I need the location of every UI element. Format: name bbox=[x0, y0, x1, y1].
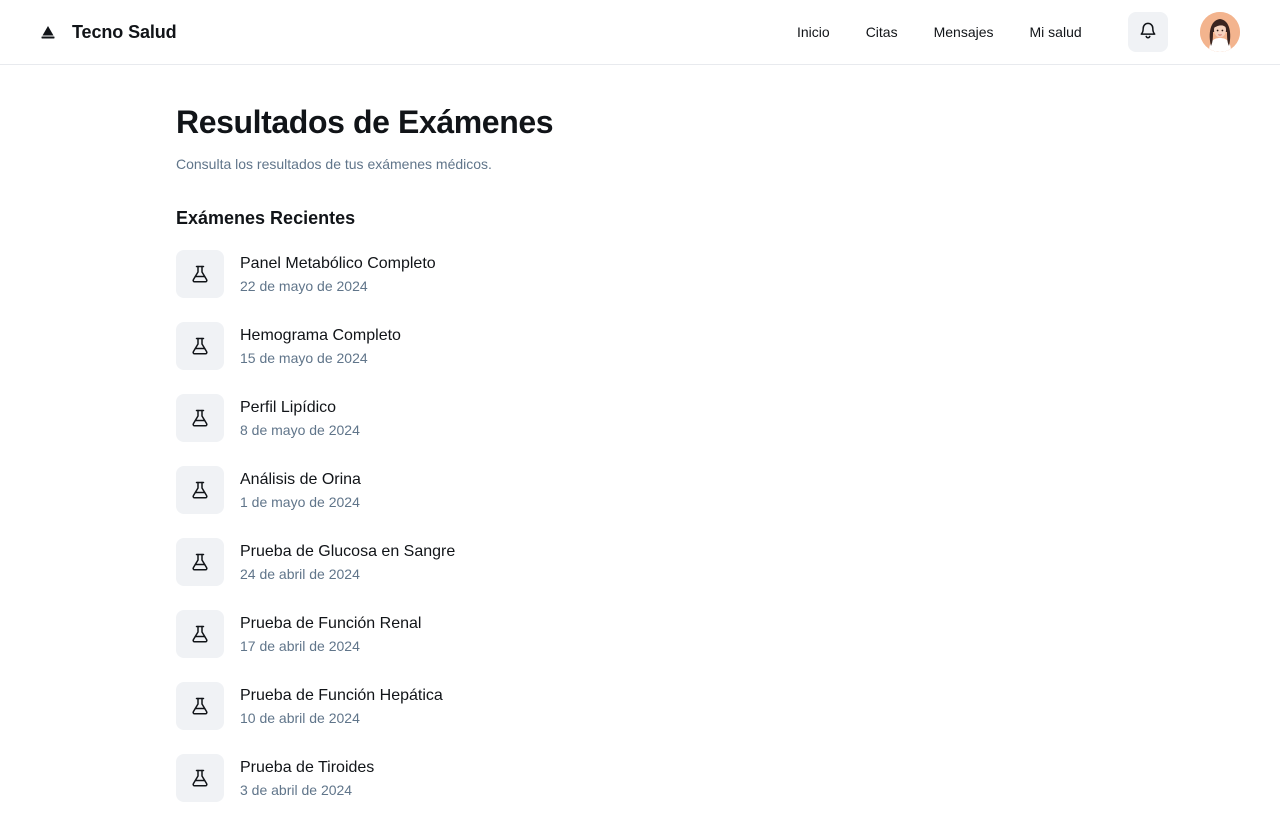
flask-icon bbox=[176, 394, 224, 442]
nav-link-mi-salud[interactable]: Mi salud bbox=[1030, 22, 1082, 42]
page-subtitle: Consulta los resultados de tus exámenes … bbox=[176, 156, 492, 172]
exam-list-item[interactable]: Panel Metabólico Completo 22 de mayo de … bbox=[176, 250, 1104, 298]
exam-date: 24 de abril de 2024 bbox=[240, 565, 360, 582]
flask-icon bbox=[176, 610, 224, 658]
exam-text: Prueba de Tiroides 3 de abril de 2024 bbox=[240, 757, 374, 800]
nav-link-inicio[interactable]: Inicio bbox=[797, 22, 830, 42]
exam-date: 22 de mayo de 2024 bbox=[240, 277, 368, 294]
main-nav: Inicio Citas Mensajes Mi salud bbox=[797, 22, 1082, 42]
exam-text: Prueba de Glucosa en Sangre 24 de abril … bbox=[240, 541, 455, 584]
brand[interactable]: Tecno Salud bbox=[40, 20, 177, 44]
exam-text: Panel Metabólico Completo 22 de mayo de … bbox=[240, 253, 436, 296]
exam-name: Prueba de Función Hepática bbox=[240, 686, 443, 704]
exam-date: 10 de abril de 2024 bbox=[240, 709, 360, 726]
exam-name: Prueba de Glucosa en Sangre bbox=[240, 542, 456, 560]
exam-date: 1 de mayo de 2024 bbox=[240, 493, 360, 510]
exam-text: Análisis de Orina 1 de mayo de 2024 bbox=[240, 469, 361, 512]
exam-name: Análisis de Orina bbox=[240, 470, 361, 488]
flask-icon bbox=[176, 754, 224, 802]
exam-name: Prueba de Función Renal bbox=[240, 614, 422, 632]
brand-name: Tecno Salud bbox=[72, 21, 177, 42]
exam-text: Hemograma Completo 15 de mayo de 2024 bbox=[240, 325, 401, 368]
nav-link-citas[interactable]: Citas bbox=[866, 22, 898, 42]
exam-text: Prueba de Función Hepática 10 de abril d… bbox=[240, 685, 443, 728]
flask-icon bbox=[176, 322, 224, 370]
exam-list-item[interactable]: Prueba de Función Hepática 10 de abril d… bbox=[176, 682, 1104, 730]
flask-icon bbox=[176, 466, 224, 514]
flask-icon bbox=[176, 250, 224, 298]
exam-list-item[interactable]: Hemograma Completo 15 de mayo de 2024 bbox=[176, 322, 1104, 370]
bell-icon bbox=[1138, 20, 1158, 45]
notifications-button[interactable] bbox=[1128, 12, 1168, 52]
page-title: Resultados de Exámenes bbox=[176, 104, 554, 140]
exam-name: Hemograma Completo bbox=[240, 326, 401, 344]
exam-name: Panel Metabólico Completo bbox=[240, 254, 436, 272]
exam-list-item[interactable]: Análisis de Orina 1 de mayo de 2024 bbox=[176, 466, 1104, 514]
exam-list-item[interactable]: Prueba de Tiroides 3 de abril de 2024 bbox=[176, 754, 1104, 802]
exam-list-item[interactable]: Prueba de Función Renal 17 de abril de 2… bbox=[176, 610, 1104, 658]
exam-list-item[interactable]: Prueba de Glucosa en Sangre 24 de abril … bbox=[176, 538, 1104, 586]
nav-link-mensajes[interactable]: Mensajes bbox=[934, 22, 994, 42]
exam-date: 8 de mayo de 2024 bbox=[240, 421, 360, 438]
exam-date: 15 de mayo de 2024 bbox=[240, 349, 368, 366]
exam-date: 3 de abril de 2024 bbox=[240, 781, 353, 798]
top-navigation-bar: Tecno Salud Inicio Citas Mensajes Mi sal… bbox=[0, 0, 1280, 65]
exam-date: 17 de abril de 2024 bbox=[240, 637, 360, 654]
triangle-logo-icon bbox=[40, 24, 56, 40]
section-title-recent-exams: Exámenes Recientes bbox=[176, 208, 356, 228]
exam-text: Perfil Lipídico 8 de mayo de 2024 bbox=[240, 397, 360, 440]
exam-name: Prueba de Tiroides bbox=[240, 758, 375, 776]
exam-name: Perfil Lipídico bbox=[240, 398, 337, 416]
exam-list: Panel Metabólico Completo 22 de mayo de … bbox=[176, 250, 1104, 802]
exam-list-item[interactable]: Perfil Lipídico 8 de mayo de 2024 bbox=[176, 394, 1104, 442]
flask-icon bbox=[176, 682, 224, 730]
main-content: Resultados de Exámenes Consulta los resu… bbox=[176, 65, 1104, 826]
flask-icon bbox=[176, 538, 224, 586]
exam-text: Prueba de Función Renal 17 de abril de 2… bbox=[240, 613, 421, 656]
user-avatar[interactable] bbox=[1200, 12, 1240, 52]
